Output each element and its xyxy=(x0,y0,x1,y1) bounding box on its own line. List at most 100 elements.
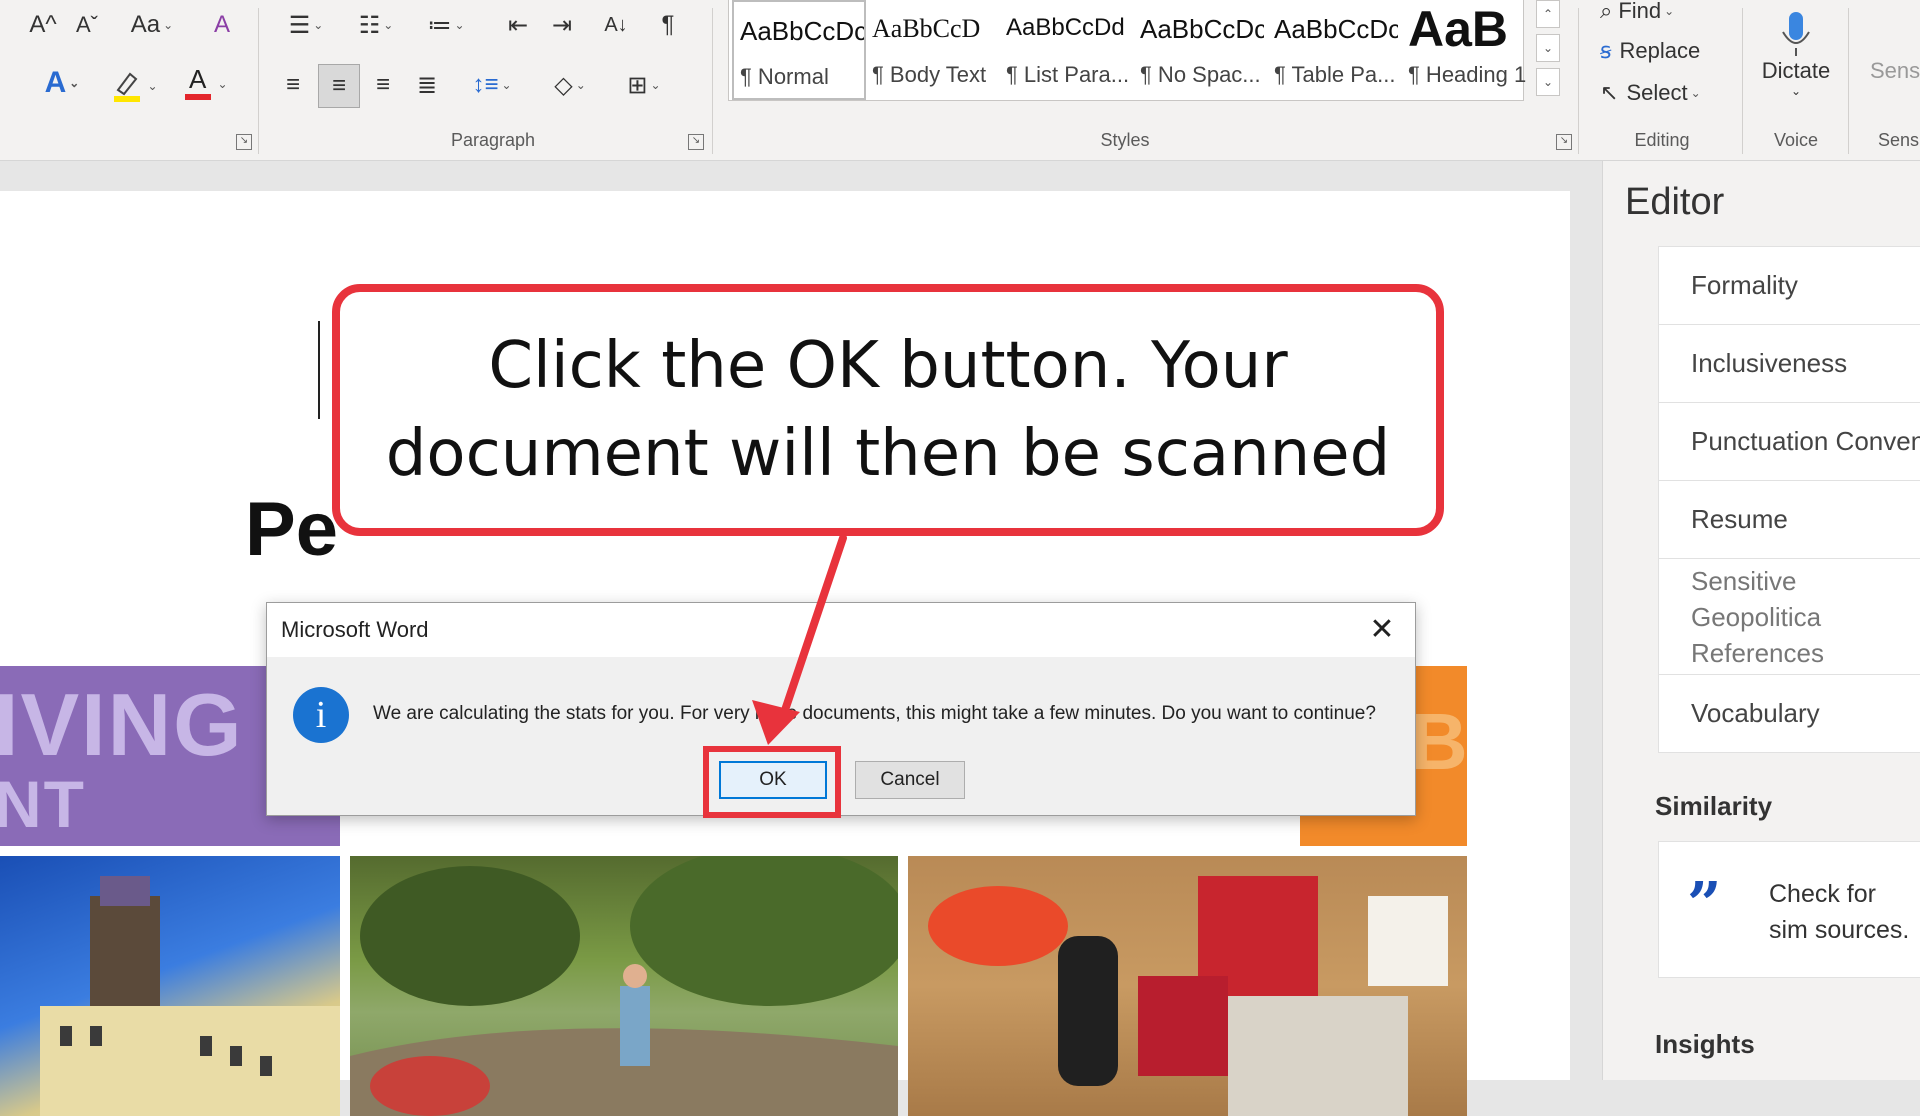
styles-scroll-up-button[interactable]: ⌃ xyxy=(1536,0,1560,28)
shading-button[interactable]: ◇ ⌄ xyxy=(540,66,600,104)
line-spacing-button[interactable]: ↕≡ ⌄ xyxy=(462,66,522,104)
font-color-icon[interactable]: A ⌄ xyxy=(176,62,234,106)
chevron-down-icon: ⌄ xyxy=(501,78,512,92)
replace-label: Replace xyxy=(1619,38,1701,63)
sort-icon[interactable]: A↓ xyxy=(598,8,634,42)
dialog-body: i We are calculating the stats for you. … xyxy=(267,657,1415,815)
style-sample: AaBbCcD xyxy=(872,14,981,43)
borders-button[interactable]: ⊞ ⌄ xyxy=(614,66,674,104)
similarity-card[interactable]: ” Check for sim sources. xyxy=(1658,841,1920,978)
style-name: ¶ Normal xyxy=(740,64,829,89)
align-right-icon[interactable]: ≡ xyxy=(364,66,402,104)
photo-town-hall xyxy=(0,856,340,1116)
show-paragraph-marks-icon[interactable]: ¶ xyxy=(650,8,686,42)
cursor-select-icon: ↖ xyxy=(1600,80,1619,105)
editor-item-resume[interactable]: Resume xyxy=(1659,481,1920,559)
sensitivity-group-label: Sensi xyxy=(1878,130,1920,150)
editor-item-formality[interactable]: Formality xyxy=(1659,247,1920,325)
styles-scroll-down-button[interactable]: ⌄ xyxy=(1536,34,1560,62)
editor-item-punctuation[interactable]: Punctuation Conven xyxy=(1659,403,1920,481)
style-sample: AaBbCcDd xyxy=(1006,14,1125,41)
ribbon-separator xyxy=(1848,8,1849,154)
info-icon: i xyxy=(293,687,349,743)
chevron-down-icon: ⌄ xyxy=(69,76,80,90)
decrease-indent-icon[interactable]: ⇤ xyxy=(500,8,536,42)
styles-group-label: Styles xyxy=(1100,130,1150,150)
insights-heading: Insights xyxy=(1655,1029,1755,1059)
change-case-label: Aa xyxy=(130,11,161,38)
style-table-paragraph[interactable]: AaBbCcDc ¶ Table Pa... xyxy=(1268,0,1398,96)
style-sample: AaBbCcDc xyxy=(1274,14,1398,44)
svg-text:A: A xyxy=(189,64,207,94)
dialog-titlebar: Microsoft Word ✕ xyxy=(267,603,1415,657)
style-no-spacing[interactable]: AaBbCcDc ¶ No Spac... xyxy=(1134,0,1264,96)
multilevel-list-button[interactable]: ≔ ⌄ xyxy=(418,8,474,42)
styles-gallery: AaBbCcDc ¶ Normal AaBbCcD ¶ Body Text AaBb… xyxy=(728,0,1526,101)
editor-item-inclusiveness[interactable]: Inclusiveness xyxy=(1659,325,1920,403)
replace-icon: ꞩ xyxy=(1600,38,1612,63)
change-case-button[interactable]: Aa ⌄ xyxy=(124,8,180,42)
ribbon-separator xyxy=(1578,8,1579,154)
style-list-paragraph[interactable]: AaBbCcDd ¶ List Para... xyxy=(1000,0,1130,96)
ribbon: A^ Aˇ Aa ⌄ A A ⌄ ⌄ A ⌄ ↘ ☰ ⌄ ☷ ⌄ ≔ ⌄ ⇤ ⇥ A↓ ¶ … xyxy=(0,0,1920,161)
sensitivity-button[interactable]: Sensi xyxy=(1870,56,1920,86)
ok-button-highlight xyxy=(703,746,841,818)
chevron-down-icon: ⌄ xyxy=(1690,86,1701,100)
instruction-callout: Click the OK button. Your document will … xyxy=(332,284,1444,536)
dialog-title: Microsoft Word xyxy=(281,617,429,642)
justify-icon[interactable]: ≣ xyxy=(408,66,446,104)
style-sample: AaBbCcDc xyxy=(1140,14,1264,44)
find-label: Find xyxy=(1618,0,1662,22)
style-body-text[interactable]: AaBbCcD ¶ Body Text xyxy=(866,0,996,96)
find-button[interactable]: ⌕ Find ⌄ xyxy=(1600,0,1720,22)
grow-font-button[interactable]: A^ xyxy=(26,8,60,42)
shrink-font-button[interactable]: Aˇ xyxy=(70,8,104,42)
style-normal[interactable]: AaBbCcDc ¶ Normal xyxy=(732,0,866,100)
dictate-button[interactable]: Dictate ⌄ xyxy=(1744,0,1848,110)
increase-indent-icon[interactable]: ⇥ xyxy=(544,8,580,42)
ribbon-separator xyxy=(1742,8,1743,154)
ribbon-separator xyxy=(712,8,713,154)
font-dialog-launcher[interactable]: ↘ xyxy=(236,134,252,150)
font-color-a-icon: A xyxy=(185,64,212,100)
align-center-icon[interactable]: ≡ xyxy=(318,64,360,108)
editor-item-vocabulary[interactable]: Vocabulary xyxy=(1659,675,1920,752)
clear-formatting-icon[interactable]: A xyxy=(204,8,240,42)
text-effects-icon[interactable]: A ⌄ xyxy=(34,66,90,100)
style-name: ¶ Body Text xyxy=(872,62,987,87)
text-cursor xyxy=(318,321,320,419)
chevron-down-icon: ⌄ xyxy=(650,78,661,92)
chevron-down-icon: ⌄ xyxy=(1664,4,1675,18)
styles-dialog-launcher[interactable]: ↘ xyxy=(1556,134,1572,150)
callout-text: Click the OK button. Your document will … xyxy=(385,329,1391,491)
highlighter-icon xyxy=(114,72,141,102)
editor-item-geopolitical[interactable]: Sensitive Geopolitica References xyxy=(1659,559,1920,675)
numbering-button[interactable]: ☷ ⌄ xyxy=(348,8,404,42)
editor-pane: Editor Formality Inclusiveness Punctuati… xyxy=(1602,161,1920,1080)
cancel-button[interactable]: Cancel xyxy=(855,761,965,799)
voice-group-label: Voice xyxy=(1773,130,1819,150)
editor-refinements-list: Formality Inclusiveness Punctuation Conv… xyxy=(1658,246,1920,753)
highlight-color-icon[interactable]: ⌄ xyxy=(104,66,164,106)
chevron-down-icon: ⌄ xyxy=(217,77,228,91)
document-heading: Pe xyxy=(245,487,338,572)
close-icon[interactable]: ✕ xyxy=(1365,613,1399,647)
select-button[interactable]: ↖ Select ⌄ xyxy=(1600,76,1740,110)
style-name: ¶ Table Pa... xyxy=(1274,62,1396,87)
similarity-heading: Similarity xyxy=(1655,791,1773,821)
paragraph-group-label: Paragraph xyxy=(450,130,536,150)
search-icon: ⌕ xyxy=(1600,0,1613,22)
align-left-icon[interactable]: ≡ xyxy=(274,66,312,104)
word-dialog: Microsoft Word ✕ i We are calculating th… xyxy=(266,602,1416,816)
styles-more-button[interactable]: ⌄ xyxy=(1536,68,1560,96)
chevron-down-icon: ⌄ xyxy=(383,18,394,32)
style-heading-1[interactable]: AaB ¶ Heading 1 xyxy=(1402,0,1532,96)
photo-christmas-items xyxy=(908,856,1467,1116)
bullets-button[interactable]: ☰ ⌄ xyxy=(278,8,334,42)
chevron-down-icon: ⌄ xyxy=(575,78,586,92)
paragraph-dialog-launcher[interactable]: ↘ xyxy=(688,134,704,150)
dictate-label: Dictate xyxy=(1761,58,1831,83)
chevron-down-icon: ⌄ xyxy=(454,18,465,32)
chevron-down-icon: ⌄ xyxy=(163,18,174,32)
replace-button[interactable]: ꞩ Replace xyxy=(1600,34,1740,68)
